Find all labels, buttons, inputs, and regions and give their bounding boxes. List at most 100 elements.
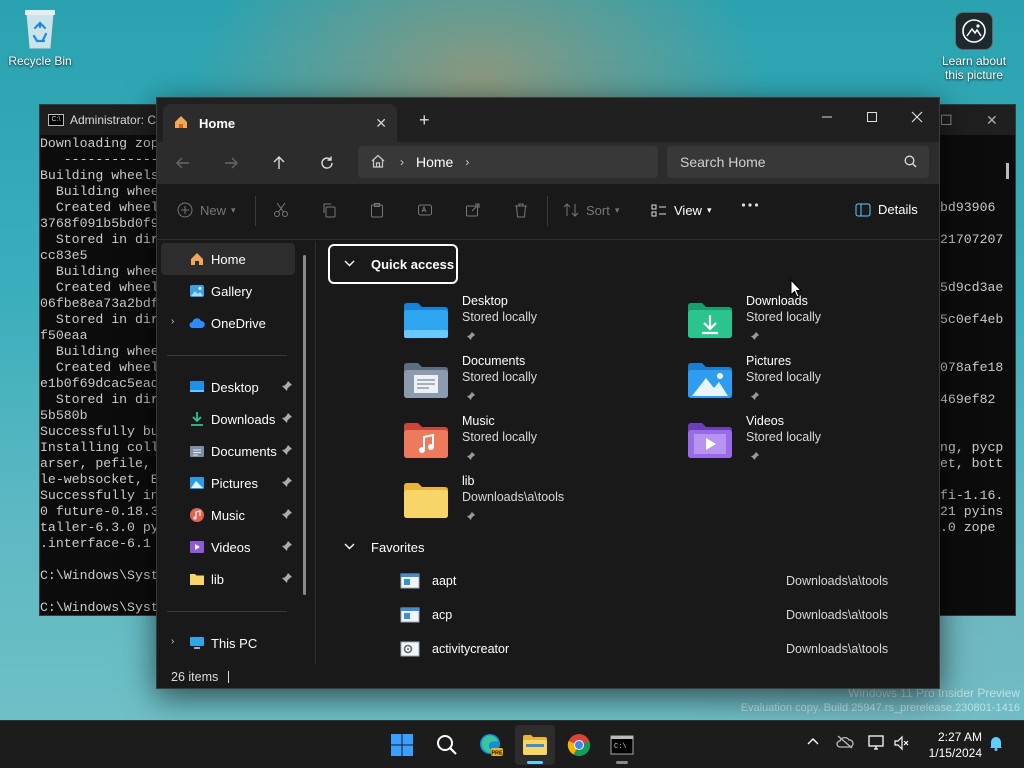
pin-icon[interactable] [466, 390, 476, 404]
view-button[interactable]: View ▾ [651, 202, 711, 218]
search-input[interactable] [680, 154, 900, 170]
refresh-button[interactable] [313, 150, 341, 176]
sidebar-item-label: Home [211, 251, 246, 267]
sidebar-item-pictures[interactable]: Pictures [161, 467, 295, 499]
pin-icon[interactable] [281, 476, 293, 491]
edge-beta-button[interactable]: PRE [471, 725, 511, 765]
quick-access-pictures[interactable]: Pictures Stored locally [688, 354, 939, 410]
clock-time: 2:27 AM [937, 730, 982, 744]
volume-muted-icon[interactable] [894, 735, 910, 754]
delete-button[interactable] [513, 202, 529, 218]
recycle-bin-icon [23, 6, 57, 50]
file-explorer-taskbar-button[interactable] [515, 725, 555, 765]
recycle-bin-shortcut[interactable]: Recycle Bin [0, 6, 80, 68]
document-icon [189, 443, 205, 459]
tab-home-label: Home [199, 115, 236, 131]
terminal-maximize-button[interactable]: ☐ [940, 112, 953, 129]
sidebar-item-label: OneDrive [211, 315, 266, 331]
sidebar-item-desktop[interactable]: Desktop [161, 371, 295, 403]
terminal-line: Building whee [40, 184, 159, 199]
chevron-right-icon[interactable]: › [400, 155, 404, 169]
start-button[interactable] [382, 725, 422, 765]
maximize-button[interactable] [852, 104, 892, 130]
pin-icon[interactable] [750, 390, 760, 404]
quick-access-desktop[interactable]: Desktop Stored locally [404, 294, 664, 350]
pin-icon[interactable] [281, 444, 293, 459]
sidebar-item-this-pc[interactable]: › This PC [161, 627, 295, 659]
forward-button[interactable] [217, 150, 245, 176]
quick-access-lib[interactable]: lib Downloads\a\tools [404, 474, 664, 530]
onedrive-tray-icon[interactable] [836, 735, 854, 752]
details-button[interactable]: Details [855, 202, 918, 217]
breadcrumb-home[interactable]: Home [416, 154, 453, 170]
favorite-location: Downloads\a\tools [786, 642, 889, 656]
copy-button[interactable] [321, 202, 337, 218]
system-clock[interactable]: 2:27 AM 1/15/2024 [918, 729, 982, 761]
cloud-icon [189, 315, 205, 331]
pin-icon[interactable] [750, 330, 760, 344]
terminal-taskbar-button[interactable]: C:\ [602, 725, 642, 765]
sidebar-item-lib[interactable]: lib [161, 563, 295, 595]
chrome-button[interactable] [559, 725, 599, 765]
file-explorer-window[interactable]: Home ✕ + › Home › Search Home New ▾ Sort… [156, 97, 940, 689]
sidebar-item-documents[interactable]: Documents [161, 435, 295, 467]
rename-button[interactable] [417, 202, 433, 218]
pin-icon[interactable] [281, 508, 293, 523]
tab-close-button[interactable]: ✕ [375, 115, 387, 132]
close-window-button[interactable] [897, 104, 937, 130]
up-button[interactable] [265, 150, 293, 176]
network-icon[interactable] [868, 735, 886, 754]
favorite-row[interactable]: activitycreator Downloads\a\tools [400, 635, 920, 663]
sidebar-item-downloads[interactable]: Downloads [161, 403, 295, 435]
terminal-scrollbar[interactable] [1006, 163, 1009, 179]
sidebar-scrollbar[interactable] [303, 255, 306, 595]
home-outline-icon [370, 153, 386, 172]
pin-icon[interactable] [466, 450, 476, 464]
tab-home[interactable]: Home ✕ [163, 104, 397, 142]
search-box[interactable] [667, 146, 929, 178]
quick-access-header[interactable]: Quick access [328, 244, 458, 284]
chevron-right-icon[interactable]: › [171, 316, 174, 327]
notification-bell-icon[interactable] [988, 735, 1004, 754]
paste-button[interactable] [369, 202, 385, 218]
quick-access-videos[interactable]: Videos Stored locally [688, 414, 939, 470]
explorer-titlebar[interactable]: Home ✕ + [157, 98, 939, 142]
pin-icon[interactable] [466, 510, 476, 524]
quick-access-music[interactable]: Music Stored locally [404, 414, 664, 470]
new-button[interactable]: New ▾ [177, 202, 236, 218]
cut-button[interactable] [273, 202, 289, 218]
chevron-right-icon[interactable]: › [465, 155, 469, 169]
sidebar-item-onedrive[interactable]: › OneDrive [161, 307, 295, 339]
sidebar-item-videos[interactable]: Videos [161, 531, 295, 563]
quick-access-documents[interactable]: Documents Stored locally [404, 354, 664, 410]
favorite-row[interactable]: acp Downloads\a\tools [400, 601, 920, 629]
sidebar-item-gallery[interactable]: Gallery [161, 275, 295, 307]
chevron-right-icon[interactable]: › [171, 636, 174, 647]
pin-icon[interactable] [281, 540, 293, 555]
pin-icon[interactable] [281, 412, 293, 427]
pin-icon[interactable] [750, 450, 760, 464]
new-tab-button[interactable]: + [419, 110, 430, 131]
pictures-icon [189, 475, 205, 491]
pin-icon[interactable] [281, 380, 293, 395]
sidebar-item-home[interactable]: Home [161, 243, 295, 275]
quick-access-downloads[interactable]: Downloads Stored locally [688, 294, 939, 350]
pin-icon[interactable] [466, 330, 476, 344]
status-bar: 26 items [157, 664, 939, 688]
back-button[interactable] [169, 150, 197, 176]
address-bar[interactable]: › Home › [358, 146, 658, 178]
more-options-button[interactable] [741, 202, 759, 208]
mouse-pointer-icon [790, 278, 803, 301]
sort-button[interactable]: Sort ▾ [563, 202, 619, 218]
pin-icon[interactable] [281, 572, 293, 587]
favorite-row[interactable]: aapt Downloads\a\tools [400, 567, 920, 595]
favorites-header[interactable]: Favorites [332, 537, 424, 557]
share-button[interactable] [465, 202, 481, 218]
search-taskbar-button[interactable] [427, 725, 467, 765]
learn-about-picture-shortcut[interactable]: Learn about this picture [934, 12, 1014, 82]
sidebar-item-music[interactable]: Music [161, 499, 295, 531]
minimize-button[interactable] [807, 104, 847, 130]
terminal-close-button[interactable]: ✕ [986, 112, 998, 129]
chevron-up-icon[interactable] [806, 735, 820, 752]
